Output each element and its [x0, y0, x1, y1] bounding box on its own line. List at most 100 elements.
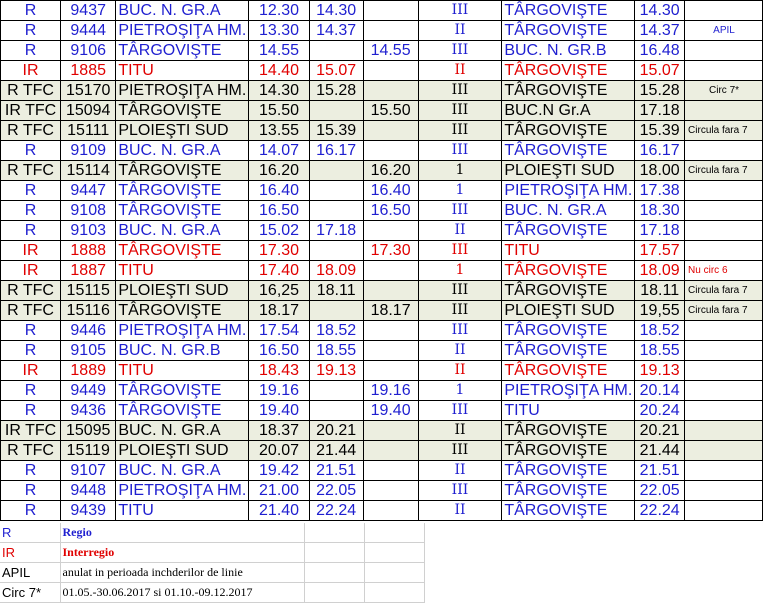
category-cell: IR: [0, 60, 62, 81]
table-row: R TFC 15116 TÂRGOVIŞTE 18.17 18.17 III PLOIEŞT…: [0, 300, 763, 321]
category-cell: R: [0, 460, 62, 481]
table-row: R TFC 15170 PIETROŞIŢA HM. 14.30 15.28 III TÂR…: [0, 80, 763, 101]
legend-row: APIL anulat in perioada inchderilor de li…: [0, 562, 425, 583]
local-departure-cell: [362, 220, 419, 241]
category-cell: R TFC: [0, 80, 62, 101]
category-cell: R: [0, 340, 62, 361]
timetable-body: R 9437 BUC. N. GR.A 12.30 14.30 III TÂRGOVIŞTE…: [0, 0, 763, 521]
track-cell: III: [417, 320, 503, 341]
note-cell: Nu circ 6: [684, 260, 763, 281]
category-cell: R: [0, 180, 62, 201]
track-cell: 1: [417, 180, 503, 201]
track-cell: 1: [417, 260, 503, 281]
note-cell: [684, 240, 763, 261]
local-departure-cell: 19.16: [362, 380, 419, 401]
legend-body: R Regio IR Interregio APIL anulat in perioada…: [0, 523, 425, 603]
departure-time-cell: 18.37: [248, 420, 310, 441]
destination-station-cell: TÂRGOVIŞTE: [501, 500, 636, 521]
category-cell: R TFC: [0, 160, 62, 181]
departure-time-cell: 16.50: [248, 340, 310, 361]
train-number-cell: 9444: [60, 20, 117, 41]
arrival-time-cell: 21.44: [308, 440, 364, 461]
destination-arrival-cell: 14.30: [634, 0, 686, 21]
note-cell: [684, 140, 763, 161]
origin-station-cell: TÂRGOVIŞTE: [115, 300, 250, 321]
train-number-cell: 15170: [60, 80, 117, 101]
note-cell: Circ 7*: [684, 80, 763, 101]
departure-time-cell: 18.17: [248, 300, 310, 321]
destination-arrival-cell: 18.52: [634, 320, 686, 341]
track-cell: II: [417, 60, 503, 81]
note-cell: [684, 420, 763, 441]
arrival-time-cell: 15.28: [308, 80, 364, 101]
destination-station-cell: PLOIEŞTI SUD: [501, 300, 636, 321]
departure-time-cell: 14.07: [248, 140, 310, 161]
note-cell: [684, 200, 763, 221]
arrival-time-cell: 18.09: [308, 260, 364, 281]
departure-time-cell: 13.30: [248, 20, 310, 41]
track-cell: III: [417, 200, 503, 221]
legend-row: Circ 7* 01.05.-30.06.2017 si 01.10.-09.12…: [0, 582, 425, 603]
destination-arrival-cell: 15.39: [634, 120, 686, 141]
arrival-time-cell: 15.07: [308, 60, 364, 81]
note-cell: Circula fara 7: [684, 300, 763, 321]
track-cell: II: [417, 500, 503, 521]
note-cell: [684, 100, 763, 121]
destination-arrival-cell: 16.17: [634, 140, 686, 161]
destination-arrival-cell: 20.24: [634, 400, 686, 421]
empty-cell: [304, 562, 365, 583]
departure-time-cell: 16.20: [248, 160, 310, 181]
arrival-time-cell: [308, 240, 364, 261]
arrival-time-cell: 20.21: [308, 420, 364, 441]
destination-arrival-cell: 20.14: [634, 380, 686, 401]
departure-time-cell: 19.42: [248, 460, 310, 481]
destination-arrival-cell: 18.30: [634, 200, 686, 221]
table-row: R 9109 BUC. N. GR.A 14.07 16.17 III TÂRGOVIŞTE…: [0, 140, 763, 161]
arrival-time-cell: 22.05: [308, 480, 364, 501]
legend-value: Regio: [60, 523, 305, 543]
destination-station-cell: BUC. N. GR.A: [501, 200, 636, 221]
departure-time-cell: 12.30: [248, 0, 310, 21]
destination-arrival-cell: 18.09: [634, 260, 686, 281]
origin-station-cell: BUC. N. GR.A: [115, 420, 250, 441]
origin-station-cell: TÂRGOVIŞTE: [115, 160, 250, 181]
arrival-time-cell: [308, 300, 364, 321]
destination-arrival-cell: 17.18: [634, 100, 686, 121]
departure-time-cell: 17.40: [248, 260, 310, 281]
category-cell: R: [0, 400, 62, 421]
origin-station-cell: TITU: [115, 260, 250, 281]
legend-value: anulat in perioada inchderilor de linie: [60, 562, 305, 583]
table-row: IR 1889 TITU 18.43 19.13 II TÂRGOVIŞTE 19.13: [0, 360, 763, 381]
legend-value: Interregio: [60, 542, 305, 563]
arrival-time-cell: [308, 200, 364, 221]
track-cell: III: [417, 0, 503, 21]
track-cell: II: [417, 340, 503, 361]
destination-station-cell: TÂRGOVIŞTE: [501, 480, 636, 501]
category-cell: IR TFC: [0, 100, 62, 121]
local-departure-cell: [362, 340, 419, 361]
departure-time-cell: 18.43: [248, 360, 310, 381]
departure-time-cell: 14.30: [248, 80, 310, 101]
local-departure-cell: [362, 320, 419, 341]
table-row: R 9436 TÂRGOVIŞTE 19.40 19.40 III TITU 20.24: [0, 400, 763, 421]
destination-arrival-cell: 15.07: [634, 60, 686, 81]
table-row: R 9444 PIETROŞIŢA HM. 13.30 14.37 II TÂRGOVIŞT…: [0, 20, 763, 41]
table-row: IR 1888 TÂRGOVIŞTE 17.30 17.30 III TITU 17.57: [0, 240, 763, 261]
destination-arrival-cell: 22.05: [634, 480, 686, 501]
train-number-cell: 9436: [60, 400, 117, 421]
legend-key: Circ 7*: [0, 582, 61, 603]
departure-time-cell: 20.07: [248, 440, 310, 461]
track-cell: III: [417, 100, 503, 121]
train-number-cell: 9439: [60, 500, 117, 521]
note-cell: [684, 500, 763, 521]
track-cell: III: [417, 480, 503, 501]
departure-time-cell: 14.55: [248, 40, 310, 61]
note-cell: [684, 460, 763, 481]
train-number-cell: 15094: [60, 100, 117, 121]
train-number-cell: 9437: [60, 0, 117, 21]
arrival-time-cell: 17.18: [308, 220, 364, 241]
destination-arrival-cell: 18.11: [634, 280, 686, 301]
category-cell: R: [0, 320, 62, 341]
arrival-time-cell: 21.51: [308, 460, 364, 481]
train-number-cell: 9448: [60, 480, 117, 501]
